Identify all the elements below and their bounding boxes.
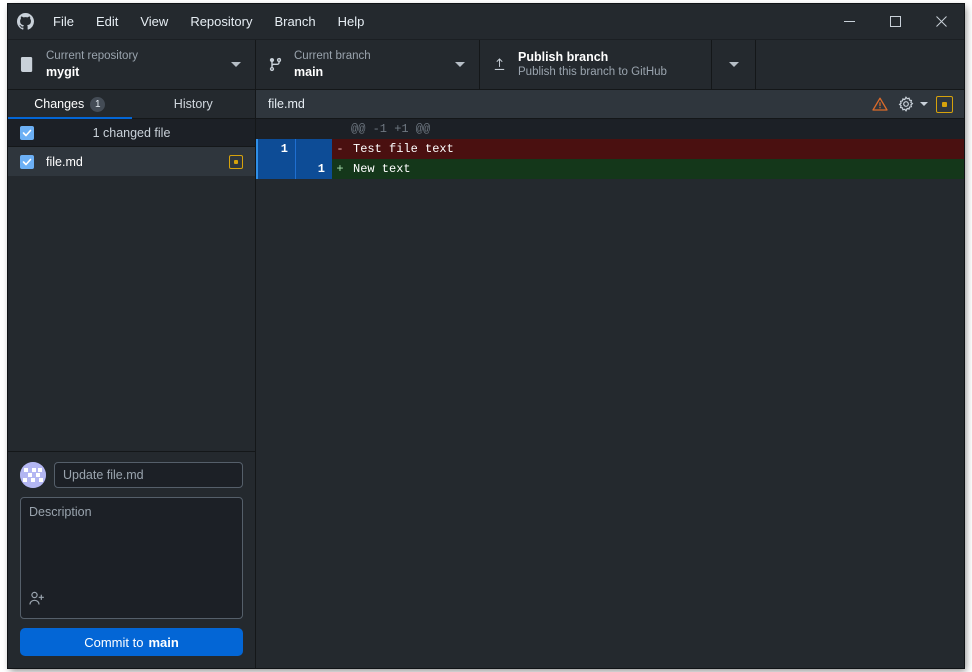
menu-item-repository[interactable]: Repository [179, 4, 263, 39]
window-controls [826, 4, 964, 39]
file-name-label: file.md [46, 154, 83, 169]
tab-changes-badge: 1 [90, 96, 106, 112]
diff-gutter-old: 1 [258, 139, 295, 159]
tab-changes-label: Changes [34, 97, 85, 111]
modified-dot-icon [229, 154, 243, 169]
menu-item-view[interactable]: View [129, 4, 179, 39]
current-branch-text: Current branch main [294, 49, 447, 80]
repository-icon [20, 57, 46, 72]
commit-button-prefix: Commit to [84, 634, 144, 650]
title-bar-drag-region [375, 4, 826, 39]
diff-marker: + [336, 162, 344, 176]
main-toolbar: Current repository mygit Current branch … [8, 40, 964, 90]
commit-summary-input[interactable] [54, 462, 243, 488]
commit-button-branch: main [148, 634, 179, 650]
diff-header: file.md [256, 90, 964, 119]
tab-history[interactable]: History [132, 90, 256, 118]
diff-hunk-text: @@ -1 +1 @@ [351, 122, 431, 136]
commit-summary-row [20, 462, 243, 488]
current-repository-value: mygit [46, 65, 80, 79]
tab-changes[interactable]: Changes 1 [8, 90, 132, 119]
unified-diff-icon[interactable] [932, 93, 956, 116]
maximize-icon[interactable] [872, 4, 918, 39]
checkmark-icon [20, 125, 34, 140]
commit-description-input[interactable]: Description [20, 497, 243, 619]
list-item[interactable]: file.md [8, 147, 255, 176]
publish-branch-title: Publish branch [518, 50, 609, 64]
diff-gutter-old [258, 159, 295, 179]
git-branch-icon [268, 57, 294, 72]
diff-gutter-new [293, 119, 330, 139]
diff-line-text: New text [353, 162, 411, 176]
current-branch-value: main [294, 65, 324, 79]
diff-gutter-old [256, 119, 293, 139]
add-person-icon[interactable] [28, 590, 46, 613]
main-content: Changes 1 History 1 changed file file.md… [8, 90, 964, 668]
diff-settings-button[interactable] [894, 93, 930, 116]
menu-item-help[interactable]: Help [327, 4, 376, 39]
sidebar: Changes 1 History 1 changed file file.md… [8, 90, 256, 668]
file-checkbox[interactable] [8, 154, 46, 169]
chevron-down-icon [721, 62, 747, 67]
diff-content[interactable]: @@ -1 +1 @@ 1 - Test file text 1 + New t… [256, 119, 964, 668]
checkmark-icon [20, 154, 34, 169]
current-repository-label: Current repository [46, 50, 139, 62]
sidebar-tabs: Changes 1 History [8, 90, 255, 119]
diff-hunk-header-row[interactable]: @@ -1 +1 @@ [256, 119, 964, 139]
changed-files-header: 1 changed file [8, 119, 255, 147]
diff-file-name: file.md [268, 97, 305, 111]
menu-item-branch[interactable]: Branch [263, 4, 326, 39]
chevron-down-icon [223, 62, 249, 67]
diff-marker [330, 119, 346, 139]
current-branch-button[interactable]: Current branch main [256, 40, 480, 89]
diff-line-text: Test file text [353, 142, 454, 156]
diff-line-added[interactable]: 1 + New text [256, 159, 964, 179]
diff-line-deleted[interactable]: 1 - Test file text [256, 139, 964, 159]
commit-to-branch-button[interactable]: Commit to main [20, 628, 243, 656]
changed-files-list-empty-area [8, 176, 255, 451]
commit-form: Description Commit to main [8, 451, 255, 668]
user-identicon-avatar [20, 462, 46, 488]
current-repository-text: Current repository mygit [46, 49, 223, 80]
menu-item-file[interactable]: File [42, 4, 85, 39]
minimize-icon[interactable] [826, 4, 872, 39]
publish-branch-subtitle: Publish this branch to GitHub [518, 66, 667, 78]
diff-gutter-new [295, 139, 332, 159]
diff-panel: file.md @@ -1 +1 @@ 1 - Test file text 1… [256, 90, 964, 668]
current-branch-label: Current branch [294, 50, 371, 62]
menu-bar: File Edit View Repository Branch Help [42, 4, 375, 39]
title-bar: File Edit View Repository Branch Help [8, 4, 964, 40]
github-octocat-icon [8, 13, 42, 30]
warning-icon[interactable] [868, 93, 892, 116]
select-all-checkbox[interactable] [8, 125, 46, 140]
publish-branch-button[interactable]: Publish branch Publish this branch to Gi… [480, 40, 712, 89]
close-icon[interactable] [918, 4, 964, 39]
gear-icon [894, 93, 918, 116]
chevron-down-icon [447, 62, 473, 67]
tab-history-label: History [173, 97, 213, 111]
diff-header-actions [868, 93, 956, 116]
publish-branch-text: Publish branch Publish this branch to Gi… [518, 49, 705, 80]
diff-marker: - [336, 142, 344, 156]
chevron-down-icon [920, 102, 928, 106]
diff-gutter-new: 1 [295, 159, 332, 179]
github-desktop-window: File Edit View Repository Branch Help Cu… [8, 4, 964, 668]
commit-description-placeholder: Description [29, 505, 92, 519]
current-repository-button[interactable]: Current repository mygit [8, 40, 256, 89]
upload-arrow-icon [492, 57, 518, 73]
menu-item-edit[interactable]: Edit [85, 4, 129, 39]
publish-branch-dropdown-button[interactable] [712, 40, 756, 89]
toolbar-filler [756, 40, 964, 89]
